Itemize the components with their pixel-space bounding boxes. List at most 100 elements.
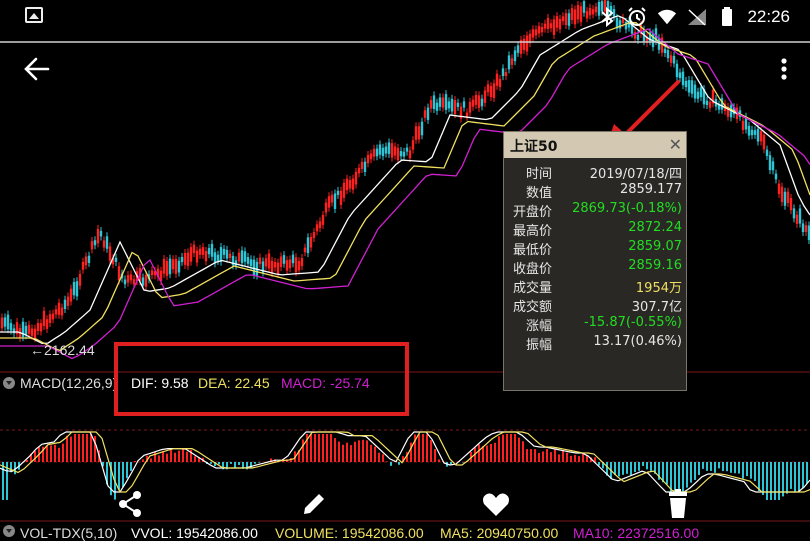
macd-bar	[522, 441, 524, 462]
tooltip-row-label: 数值	[526, 182, 552, 201]
close-icon[interactable]: ✕	[669, 135, 682, 154]
image-icon	[25, 7, 43, 23]
collapse-icon[interactable]	[3, 525, 15, 537]
candle-body	[31, 328, 33, 335]
macd-bar	[518, 438, 520, 462]
candle-body	[298, 261, 300, 270]
macd-bar	[186, 452, 188, 462]
candle-body	[451, 99, 453, 112]
back-arrow-icon[interactable]	[22, 54, 52, 84]
candle-body	[178, 261, 180, 273]
tooltip-row-label: 最低价	[513, 239, 552, 258]
candle-body	[274, 262, 276, 268]
macd-bar	[526, 449, 528, 462]
candle-body	[775, 174, 777, 180]
macd-bar	[690, 462, 692, 483]
tooltip-row: 最高价2872.24	[504, 220, 686, 239]
share-icon[interactable]	[114, 488, 146, 520]
macd-bar	[70, 437, 72, 462]
candle-body	[76, 281, 78, 296]
macd-bar	[630, 462, 632, 475]
macd-bar	[130, 462, 132, 471]
tooltip-row-value: 2872.24	[628, 220, 682, 235]
macd-bar	[238, 462, 240, 465]
candle-body	[199, 249, 201, 255]
candle-body	[382, 148, 384, 156]
macd-bar	[650, 462, 652, 471]
macd-bar	[166, 454, 168, 462]
macd-bar	[718, 462, 720, 468]
candle-body	[484, 90, 486, 102]
candle-body	[43, 311, 45, 326]
macd-bar	[806, 462, 808, 484]
macd-bar	[714, 462, 716, 473]
tooltip-row: 数值2859.177	[504, 182, 686, 201]
candle-body	[103, 240, 105, 247]
candle-body	[757, 129, 759, 142]
candle-body	[169, 259, 171, 275]
volume-indicator-row[interactable]: VOL-TDX(5,10) VVOL: 19542086.00 VOLUME: …	[0, 522, 810, 540]
macd-bar	[370, 445, 372, 462]
macd-bar	[638, 462, 640, 471]
candle-body	[523, 39, 525, 50]
tooltip-row-label: 收盘价	[513, 258, 552, 277]
volume-indicator-name[interactable]: VOL-TDX(5,10)	[20, 525, 117, 541]
macd-bar	[218, 462, 220, 464]
macd-bar	[486, 446, 488, 462]
candle-body	[418, 126, 420, 139]
macd-bar	[346, 443, 348, 462]
macd-bar	[582, 453, 584, 462]
candle-body	[100, 231, 102, 237]
macd-bar	[134, 461, 136, 462]
macd-bar	[726, 462, 728, 471]
macd-bar	[150, 458, 152, 462]
macd-bar	[646, 462, 648, 469]
ma-line	[0, 16, 810, 344]
ma10-value: MA10: 22372516.00	[573, 525, 699, 541]
candle-body	[313, 232, 315, 238]
candle-body	[766, 150, 768, 156]
macd-bar	[326, 434, 328, 462]
candle-body	[388, 142, 390, 153]
tooltip-row-value: -15.87(-0.55%)	[584, 315, 682, 330]
edit-icon[interactable]	[298, 488, 330, 520]
heart-icon[interactable]	[480, 488, 512, 520]
status-bar: 22:26	[0, 0, 810, 34]
candle-body	[391, 143, 393, 157]
macd-bar	[430, 440, 432, 462]
sim-icon	[687, 7, 707, 27]
tooltip-header: 上证50 ✕	[504, 132, 686, 158]
macd-bar	[434, 449, 436, 462]
candle-body	[181, 257, 183, 262]
candle-body	[34, 329, 36, 338]
candle-body	[790, 198, 792, 210]
macd-bar	[398, 462, 400, 465]
macd-bar	[534, 449, 536, 462]
tooltip-row: 成交额307.7亿	[504, 296, 686, 315]
candle-body	[118, 266, 120, 280]
candle-body	[163, 259, 165, 274]
macd-bar	[422, 434, 424, 462]
macd-bar	[546, 449, 548, 462]
candle-body	[10, 323, 12, 330]
candle-body	[508, 55, 510, 69]
more-menu-icon[interactable]	[776, 56, 792, 86]
candle-body	[301, 258, 303, 266]
macd-bar	[730, 462, 732, 473]
macd-bar	[490, 444, 492, 462]
macd-indicator-name[interactable]: MACD(12,26,9)	[20, 375, 117, 391]
battery-icon	[717, 7, 737, 27]
candle-body	[130, 274, 132, 280]
macd-bar	[358, 440, 360, 462]
macd-bar	[698, 462, 700, 475]
macd-bar	[170, 449, 172, 462]
macd-bar	[86, 434, 88, 462]
candle-body	[394, 146, 396, 155]
macd-bar	[194, 456, 196, 462]
candle-body	[349, 180, 351, 188]
macd-bar	[478, 445, 480, 462]
delete-icon[interactable]	[662, 488, 694, 520]
macd-bar	[302, 439, 304, 462]
collapse-icon[interactable]	[3, 377, 15, 389]
candle-body	[475, 95, 477, 105]
